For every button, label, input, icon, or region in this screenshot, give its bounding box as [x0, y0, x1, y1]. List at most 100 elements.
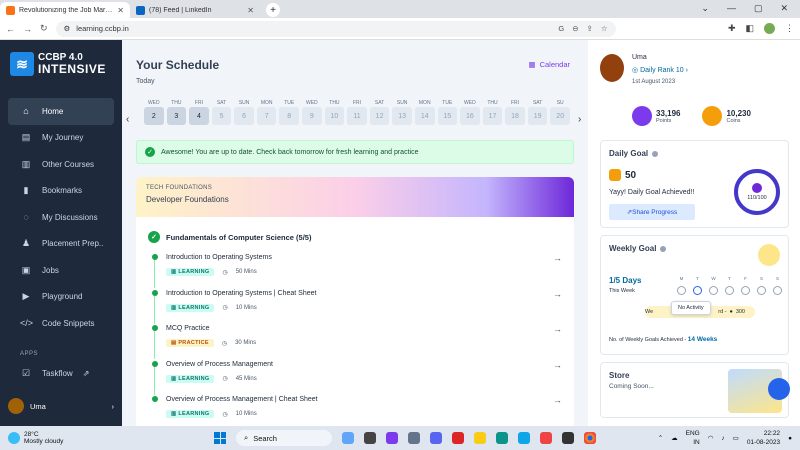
week-day[interactable]: S: [773, 276, 782, 295]
day-cell[interactable]: MON 7: [256, 100, 277, 125]
star-icon[interactable]: ☆: [601, 24, 608, 33]
tab-linkedin[interactable]: (78) Feed | LinkedIn ✕: [130, 2, 260, 18]
new-tab-button[interactable]: +: [266, 3, 280, 17]
sidebar-item-home[interactable]: ⌂ Home: [8, 98, 114, 125]
list-item[interactable]: MCQ Practice ▤ PRACTICE ◷ 30 Mins →: [136, 322, 574, 359]
clock[interactable]: 22:22 01-08-2023: [747, 429, 780, 447]
calendar-icon[interactable]: [758, 244, 780, 266]
list-item[interactable]: Overview of Process Management ▥ LEARNING…: [136, 358, 574, 395]
arrow-right-icon[interactable]: →: [553, 253, 562, 263]
maximize-icon[interactable]: ▢: [754, 3, 763, 14]
extensions-icon[interactable]: ✚: [728, 23, 736, 34]
app-icon[interactable]: [496, 432, 508, 444]
day-cell[interactable]: SUN 13: [392, 100, 412, 125]
sidebar-item-taskflow[interactable]: ☑ Taskflow ⇗: [8, 361, 114, 388]
week-day[interactable]: M: [677, 276, 686, 295]
info-icon[interactable]: [660, 245, 667, 252]
back-icon[interactable]: ←: [6, 24, 15, 34]
explorer-icon[interactable]: [474, 432, 486, 444]
chevron-left-icon[interactable]: ‹: [126, 114, 129, 125]
app-icon[interactable]: [562, 432, 574, 444]
close-icon[interactable]: ✕: [247, 6, 254, 15]
share-icon[interactable]: ⇪: [587, 24, 593, 33]
chevron-right-icon[interactable]: ›: [578, 114, 581, 125]
chatbot-button[interactable]: [768, 378, 790, 400]
day-cell[interactable]: THU 10: [324, 100, 345, 125]
menu-icon[interactable]: ⋮: [785, 23, 794, 34]
week-day[interactable]: T: [725, 276, 734, 295]
day-cell[interactable]: FRI 11: [347, 100, 367, 125]
chrome-icon[interactable]: [584, 432, 596, 444]
chat-icon[interactable]: [386, 432, 398, 444]
close-window-icon[interactable]: ✕: [780, 3, 788, 14]
reload-icon[interactable]: ↻: [40, 23, 48, 34]
day-cell[interactable]: FRI 18: [505, 100, 525, 125]
discord-icon[interactable]: [430, 432, 442, 444]
day-cell[interactable]: WED 9: [302, 100, 322, 125]
cloud-icon[interactable]: ☁: [671, 434, 678, 442]
day-cell[interactable]: SAT 19: [527, 100, 548, 125]
calendar-link[interactable]: ▦ Calendar: [528, 60, 570, 69]
minimize-icon[interactable]: —: [727, 3, 736, 14]
settings-icon[interactable]: [408, 432, 420, 444]
sidebar-item-other-courses[interactable]: ▥ Other Courses: [8, 151, 114, 178]
windows-start-icon[interactable]: [214, 432, 226, 444]
week-day[interactable]: T: [693, 276, 702, 295]
arrow-right-icon[interactable]: →: [553, 395, 562, 405]
volume-icon[interactable]: ♪: [721, 435, 724, 442]
chevron-down-icon[interactable]: ⌄: [701, 3, 709, 14]
sidebar-item-jobs[interactable]: ▣ Jobs: [8, 257, 114, 284]
sidebar-user[interactable]: Uma ›: [8, 398, 114, 414]
url-field[interactable]: ⚙ learning.ccbp.in G ⊖ ⇪ ☆: [55, 20, 616, 37]
avatar[interactable]: [600, 54, 624, 82]
day-cell[interactable]: SAT 5: [211, 100, 232, 125]
day-cell[interactable]: SAT 12: [369, 100, 390, 125]
day-cell[interactable]: TUE 8: [279, 100, 300, 125]
info-icon[interactable]: [652, 150, 659, 157]
sidebar-item-my-discussions[interactable]: ◌ My Discussions: [8, 204, 114, 231]
sidepanel-icon[interactable]: ◧: [745, 23, 754, 34]
day-cell[interactable]: FRI 4: [189, 100, 209, 125]
arrow-right-icon[interactable]: →: [553, 289, 562, 299]
day-cell[interactable]: WED 2: [144, 100, 164, 125]
taskbar-search[interactable]: ⌕ Search: [236, 430, 332, 446]
day-cell[interactable]: THU 3: [166, 100, 187, 125]
tab-ccbp[interactable]: Revolutionizing the Job Market ✕: [0, 2, 130, 18]
forward-icon[interactable]: →: [23, 24, 32, 34]
weather-widget[interactable]: 28°C Mostly cloudy: [8, 431, 148, 445]
list-item[interactable]: Introduction to Operating Systems ▥ LEARN…: [136, 251, 574, 288]
share-progress-button[interactable]: ⇗ Share Progress: [609, 204, 695, 220]
sidebar-item-playground[interactable]: ▶ Playground: [8, 284, 114, 311]
day-cell[interactable]: SU 20: [550, 100, 570, 125]
week-day[interactable]: W: [709, 276, 718, 295]
site-settings-icon[interactable]: ⚙: [64, 24, 71, 33]
wifi-icon[interactable]: ◠: [708, 434, 714, 442]
day-cell[interactable]: WED 16: [460, 100, 480, 125]
week-day[interactable]: S: [757, 276, 766, 295]
edge-icon[interactable]: [518, 432, 530, 444]
arrow-right-icon[interactable]: →: [553, 360, 562, 370]
sidebar-item-placement-prep[interactable]: ♟ Placement Prep..: [8, 231, 114, 258]
store-card[interactable]: Store Coming Soon...: [600, 362, 789, 418]
day-cell[interactable]: SUN 6: [234, 100, 254, 125]
language-indicator[interactable]: ENG IN: [686, 429, 700, 447]
battery-icon[interactable]: ▭: [733, 434, 739, 442]
notification-icon[interactable]: ●: [788, 435, 792, 442]
daily-rank-link[interactable]: ◎ Daily Rank 10 ›: [632, 66, 688, 74]
day-cell[interactable]: MON 14: [414, 100, 435, 125]
copilot-icon[interactable]: [342, 432, 354, 444]
sidebar-item-bookmarks[interactable]: ▮ Bookmarks: [8, 178, 114, 205]
zoom-icon[interactable]: ⊖: [572, 24, 578, 33]
camera-icon[interactable]: [364, 432, 376, 444]
close-icon[interactable]: ✕: [117, 6, 124, 15]
mcafee-icon[interactable]: [452, 432, 464, 444]
sidebar-item-my-journey[interactable]: ▤ My Journey: [8, 125, 114, 152]
logo[interactable]: ≋ CCBP 4.0 INTENSIVE: [0, 40, 122, 76]
day-cell[interactable]: THU 17: [482, 100, 503, 125]
google-icon[interactable]: G: [558, 24, 564, 33]
week-day[interactable]: F: [741, 276, 750, 295]
day-cell[interactable]: TUE 15: [437, 100, 458, 125]
arrow-right-icon[interactable]: →: [553, 324, 562, 334]
app-icon[interactable]: [540, 432, 552, 444]
sidebar-item-code-snippets[interactable]: </> Code Snippets: [8, 310, 114, 337]
